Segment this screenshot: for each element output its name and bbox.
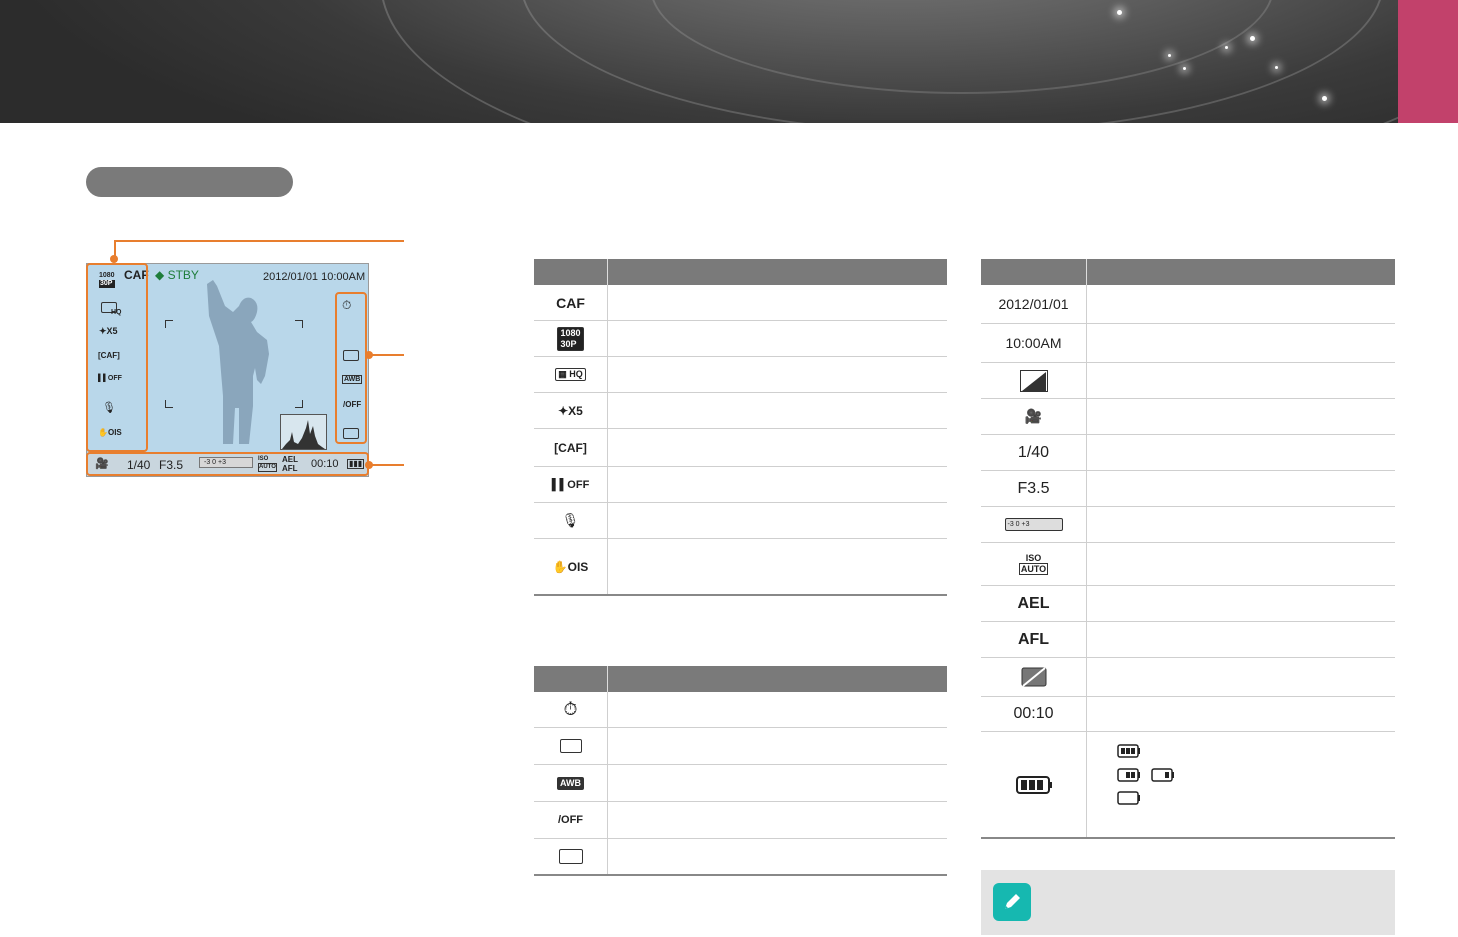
resolution-icon: 1080 30P bbox=[534, 321, 608, 356]
pen-note-icon bbox=[993, 883, 1031, 921]
table-row bbox=[981, 732, 1395, 837]
date-text: 2012/01/01 bbox=[981, 285, 1087, 323]
battery-empty-icon bbox=[1117, 791, 1140, 805]
table-row: /OFF bbox=[534, 802, 947, 839]
smart-zoom-icon: ✦X5 bbox=[534, 393, 608, 428]
flash-off-icon: /OFF bbox=[534, 802, 608, 838]
table-row: F3.5 bbox=[981, 471, 1395, 507]
timer-icon: ⏱ bbox=[534, 692, 608, 727]
table-row: ▌▌OFF bbox=[534, 467, 947, 503]
chapter-tab[interactable] bbox=[1398, 0, 1458, 123]
movie-mode-icon: 🎥 bbox=[981, 399, 1087, 434]
table-row: CAF bbox=[534, 285, 947, 321]
table-row: ▦ HQ bbox=[534, 357, 947, 393]
quality-icon: ▦ HQ bbox=[534, 357, 608, 392]
table-row: 00:10 bbox=[981, 697, 1395, 732]
battery-low-icon bbox=[1151, 768, 1174, 782]
shutter-text: 1/40 bbox=[981, 435, 1087, 470]
table-header bbox=[981, 259, 1395, 285]
table-row bbox=[534, 728, 947, 765]
table-row: ISO AUTO bbox=[981, 543, 1395, 586]
bottom-bar-highlight bbox=[86, 452, 369, 476]
table-row: 2012/01/01 bbox=[981, 285, 1395, 324]
table-row: 10:00AM bbox=[981, 324, 1395, 363]
datetime-label: 2012/01/01 10:00AM bbox=[263, 271, 366, 283]
iso-auto-icon: ISO AUTO bbox=[981, 543, 1087, 585]
aperture-text: F3.5 bbox=[981, 471, 1087, 506]
memory-card-icon bbox=[981, 658, 1087, 696]
shooting-options-table: ⏱ AWB /OFF bbox=[534, 666, 947, 876]
callout-line-1a bbox=[114, 240, 116, 257]
shooting-info-table: 2012/01/01 10:00AM 🎥 1/40 F3.5 -3 0 +3 I… bbox=[981, 259, 1395, 839]
microphone-icon: 🎙 bbox=[534, 503, 608, 538]
header-banner bbox=[0, 0, 1398, 123]
table-row: -3 0 +3 bbox=[981, 507, 1395, 543]
metering-icon bbox=[534, 728, 608, 764]
callout-line-1b bbox=[114, 240, 404, 242]
table-header bbox=[534, 259, 947, 285]
wind-cut-icon: ▌▌OFF bbox=[534, 467, 608, 502]
left-icons-highlight bbox=[86, 263, 148, 452]
table-header bbox=[534, 666, 947, 692]
time-text: 10:00AM bbox=[981, 324, 1087, 362]
awb-icon: AWB bbox=[534, 765, 608, 801]
right-icons-highlight bbox=[335, 292, 367, 444]
exposure-scale-icon: -3 0 +3 bbox=[981, 507, 1087, 542]
table-row: AWB bbox=[534, 765, 947, 802]
recording-time-text: 00:10 bbox=[981, 697, 1087, 731]
table-row: ⏱ bbox=[534, 692, 947, 728]
histogram-icon bbox=[981, 363, 1087, 398]
table-row bbox=[981, 363, 1395, 399]
battery-full-icon bbox=[1117, 744, 1140, 758]
table-row: ✋OIS bbox=[534, 539, 947, 594]
table-row: 1080 30P bbox=[534, 321, 947, 357]
table-row bbox=[534, 839, 947, 874]
table-row bbox=[981, 658, 1395, 697]
afl-text: AFL bbox=[981, 622, 1087, 657]
subject-silhouette bbox=[207, 280, 269, 444]
table-row: 1/40 bbox=[981, 435, 1395, 471]
battery-half-icon bbox=[1117, 768, 1140, 782]
stby-label: ◆ STBY bbox=[155, 268, 199, 282]
table-row: ✦X5 bbox=[534, 393, 947, 429]
battery-icon bbox=[981, 732, 1087, 837]
callout-line-3 bbox=[370, 464, 404, 466]
note-box bbox=[981, 870, 1395, 935]
table-row: AFL bbox=[981, 622, 1395, 658]
histogram-icon bbox=[280, 414, 327, 450]
table-row: 🎥 bbox=[981, 399, 1395, 435]
callout-line-2 bbox=[370, 354, 404, 356]
picture-wizard-icon bbox=[534, 839, 608, 874]
option-icons-table: CAF 1080 30P ▦ HQ ✦X5 [CAF] ▌▌OFF 🎙 ✋OIS bbox=[534, 259, 947, 596]
ael-text: AEL bbox=[981, 586, 1087, 621]
focus-area-icon: [CAF] bbox=[534, 429, 608, 466]
table-row: AEL bbox=[981, 586, 1395, 622]
table-row: [CAF] bbox=[534, 429, 947, 467]
caf-icon: CAF bbox=[534, 285, 608, 320]
section-heading-pill bbox=[86, 167, 293, 197]
table-row: 🎙 bbox=[534, 503, 947, 539]
ois-icon: ✋OIS bbox=[534, 539, 608, 594]
